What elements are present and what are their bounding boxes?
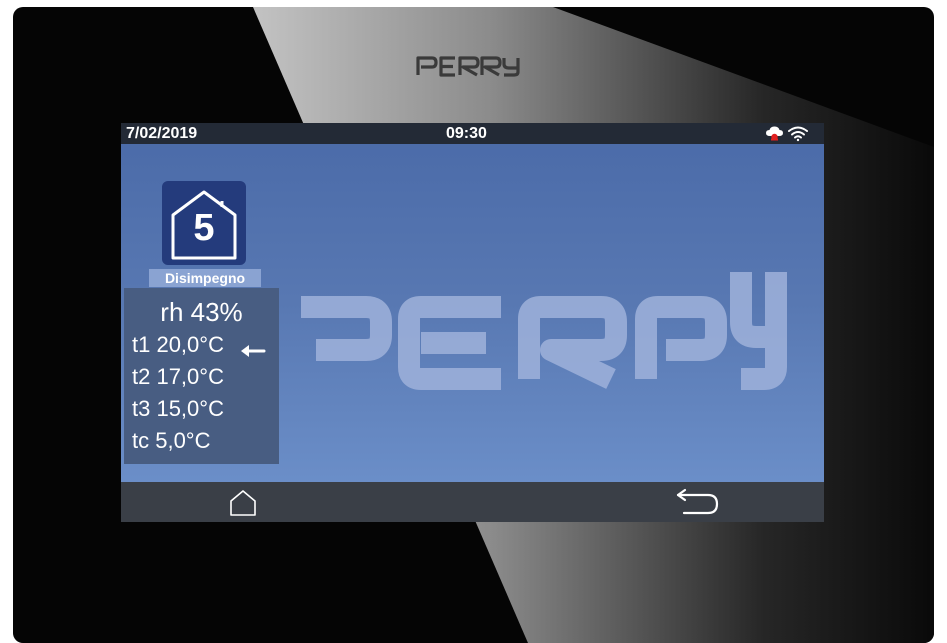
back-button[interactable] [674, 488, 720, 518]
humidity-reading: rh 43% [160, 297, 243, 327]
status-time: 09:30 [446, 125, 487, 142]
brand-logo-top [415, 53, 521, 79]
thermostat-device: 7/02/2019 09:30 5 Disimpegno rh 43% t1 2… [13, 7, 934, 643]
tc-reading: tc 5,0°C [132, 428, 211, 453]
back-icon [676, 488, 719, 515]
wifi-icon [788, 126, 808, 142]
t1-reading: t1 20,0°C [132, 332, 224, 357]
t3-reading: t3 15,0°C [132, 396, 224, 421]
zone-number: 5 [193, 207, 215, 249]
zone-button[interactable]: 5 [162, 181, 246, 265]
touch-screen[interactable]: 7/02/2019 09:30 5 Disimpegno rh 43% t1 2… [121, 123, 824, 522]
status-bar: 7/02/2019 09:30 [121, 123, 824, 144]
perry-watermark [301, 272, 787, 390]
perry-logo-icon [416, 56, 520, 77]
status-date: 7/02/2019 [126, 125, 198, 142]
home-button[interactable] [229, 489, 257, 517]
home-icon [230, 490, 256, 516]
status-icons [764, 125, 814, 142]
left-arrow-icon [241, 345, 266, 357]
readings-panel: rh 43% t1 20,0°C t2 17,0°C t3 15,0°C tc … [124, 288, 279, 464]
zone-name: Disimpegno [149, 269, 261, 287]
cloud-alert-icon [766, 126, 783, 141]
t2-reading: t2 17,0°C [132, 364, 224, 389]
navigation-bar [121, 482, 824, 522]
